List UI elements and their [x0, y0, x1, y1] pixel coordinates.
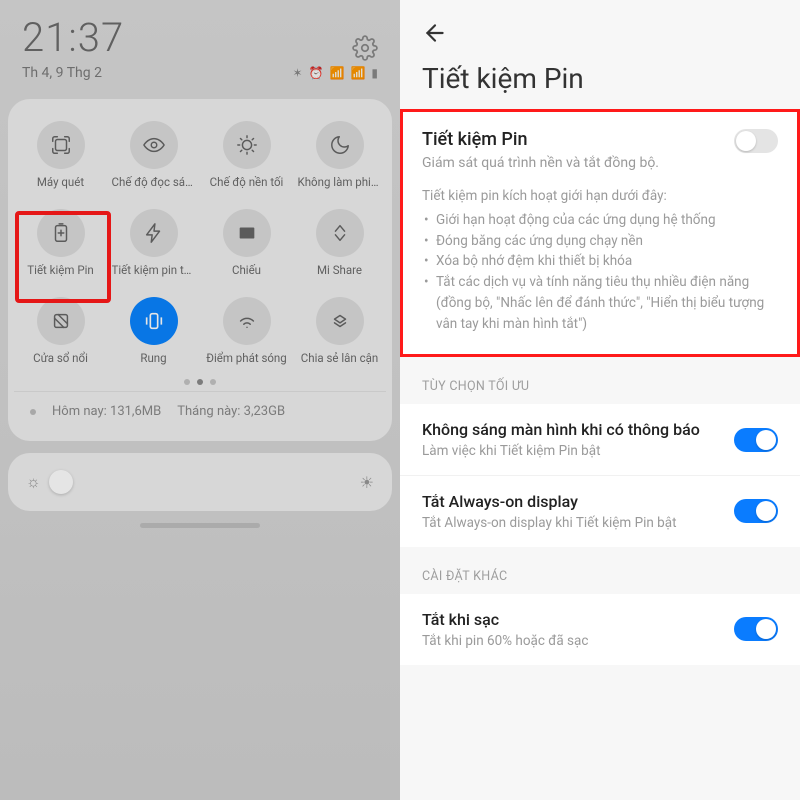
opt1-row[interactable]: Không sáng màn hình khi có thông báo Làm … [400, 404, 800, 475]
data-today-value: 131,6MB [110, 404, 161, 419]
home-indicator[interactable] [140, 523, 260, 528]
info-bullet: Đóng băng các ứng dụng chạy nền [422, 231, 778, 252]
scan-icon [37, 121, 85, 169]
status-bar: 21:37 [0, 0, 400, 65]
circle-icon [30, 409, 36, 415]
page-dot [210, 379, 216, 385]
qs-tile-label: Chia sẻ lân cận [301, 351, 379, 365]
qs-tile-label: Chế độ đọc sách [112, 175, 196, 189]
info-bullet: Xóa bộ nhớ đệm khi thiết bị khóa [422, 251, 778, 272]
share-icon [316, 209, 364, 257]
qs-tile-moon[interactable]: Không làm phiền [293, 117, 386, 193]
option-title: Không sáng màn hình khi có thông báo [422, 420, 720, 441]
qs-tile-label: Cửa sổ nổi [33, 351, 88, 365]
cast-icon [223, 209, 271, 257]
quick-settings-card: Máy quét Chế độ đọc sách Chế độ nền tối Khô… [8, 99, 392, 441]
nearby-icon [316, 297, 364, 345]
option-title: Tắt Always-on display [422, 492, 720, 513]
qs-tile-eye[interactable]: Chế độ đọc sách [107, 117, 200, 193]
clock: 21:37 [22, 14, 124, 61]
qs-tile-label: Rung [140, 351, 166, 365]
page-indicator [14, 379, 386, 385]
option-toggle[interactable] [734, 428, 778, 452]
qs-tile-label: Không làm phiền [298, 175, 382, 189]
alarm-status-icon: ⏰ [309, 66, 324, 80]
settings-header: Tiết kiệm Pin [400, 0, 800, 103]
qs-tile-wifi[interactable]: Điểm phát sóng [200, 293, 293, 369]
qs-tile-cast[interactable]: Chiếu [200, 205, 293, 281]
option-sub: Tắt khi pin 60% hoặc đã sạc [422, 633, 720, 649]
battery-saver-settings: Tiết kiệm Pin Tiết kiệm Pin Giám sát quá… [400, 0, 800, 800]
main-sub: Giám sát quá trình nền và tắt đồng bộ. [422, 154, 659, 174]
dark-icon [223, 121, 271, 169]
wifi-icon [223, 297, 271, 345]
highlight-battery-tile [15, 211, 111, 303]
page-title: Tiết kiệm Pin [422, 62, 778, 95]
date-row: Th 4, 9 Thg 2 ✶ ⏰ 📶 📶 ▮ [0, 65, 400, 91]
main-title: Tiết kiệm Pin [422, 129, 659, 150]
quick-settings-panel: 21:37 Th 4, 9 Thg 2 ✶ ⏰ 📶 📶 ▮ Máy quét Ch… [0, 0, 400, 800]
data-month-label: Tháng này: [177, 404, 240, 419]
opt2-row[interactable]: Tắt khi sạc Tắt khi pin 60% hoặc đã sạc [400, 594, 800, 665]
qs-tile-label: Điểm phát sóng [206, 351, 287, 365]
qs-tile-label: Mi Share [317, 263, 362, 277]
data-today-label: Hôm nay: [52, 404, 107, 419]
qs-tile-dark[interactable]: Chế độ nền tối [200, 117, 293, 193]
option-toggle[interactable] [734, 617, 778, 641]
vibrate-icon [130, 297, 178, 345]
qs-tile-label: Chiếu [232, 263, 261, 277]
qs-tile-label: Chế độ nền tối [210, 175, 284, 189]
data-month-value: 3,23GB [244, 404, 285, 419]
opt1-row[interactable]: Tắt Always-on display Tắt Always-on displ… [400, 475, 800, 547]
group-label-other: CÀI ĐẶT KHÁC [400, 547, 800, 594]
qs-tile-bolt[interactable]: Tiết kiệm pin tối đa [107, 205, 200, 281]
date-label: Th 4, 9 Thg 2 [22, 65, 102, 81]
float-icon [37, 297, 85, 345]
moon-icon [316, 121, 364, 169]
bolt-icon [130, 209, 178, 257]
option-sub: Tắt Always-on display khi Tiết kiệm Pin … [422, 515, 720, 531]
option-toggle[interactable] [734, 499, 778, 523]
battery-saver-toggle[interactable] [734, 129, 778, 153]
page-dot-active [197, 379, 203, 385]
option-title: Tắt khi sạc [422, 610, 720, 631]
status-icons: ✶ ⏰ 📶 📶 ▮ [292, 66, 378, 80]
page-dot [184, 379, 190, 385]
signal-status-icon: 📶 [329, 66, 344, 80]
data-usage-row[interactable]: Hôm nay: 131,6MB Tháng này: 3,23GB [14, 391, 386, 431]
brightness-high-icon: ☀ [360, 473, 374, 492]
option-sub: Làm việc khi Tiết kiệm Pin bật [422, 443, 720, 459]
info-bullet: Tắt các dịch vụ và tính năng tiêu thụ nh… [422, 272, 778, 335]
qs-tile-nearby[interactable]: Chia sẻ lân cận [293, 293, 386, 369]
battery-saver-main-card: Tiết kiệm Pin Giám sát quá trình nền và … [400, 109, 800, 357]
qs-tile-label: Máy quét [37, 175, 84, 189]
info-line: Tiết kiệm pin kích hoạt giới hạn dưới đâ… [422, 188, 778, 204]
gear-icon[interactable] [352, 35, 378, 61]
slider-handle[interactable] [49, 470, 73, 494]
dnd-status-icon: ✶ [292, 66, 302, 80]
group-label-optimize: TÙY CHỌN TỐI ƯU [400, 357, 800, 404]
eye-icon [130, 121, 178, 169]
qs-tile-label: Tiết kiệm pin tối đa [112, 263, 196, 277]
back-arrow-icon[interactable] [422, 20, 778, 46]
info-bullet: Giới hạn hoạt động của các ứng dụng hệ t… [422, 210, 778, 231]
brightness-low-icon: ☼ [26, 472, 41, 492]
qs-tile-share[interactable]: Mi Share [293, 205, 386, 281]
brightness-slider[interactable]: ☼ ☀ [8, 453, 392, 511]
qs-tile-scan[interactable]: Máy quét [14, 117, 107, 193]
qs-tile-vibrate[interactable]: Rung [107, 293, 200, 369]
qs-tile-float[interactable]: Cửa sổ nổi [14, 293, 107, 369]
wifi-status-icon: 📶 [350, 66, 365, 80]
battery-status-icon: ▮ [371, 66, 378, 80]
